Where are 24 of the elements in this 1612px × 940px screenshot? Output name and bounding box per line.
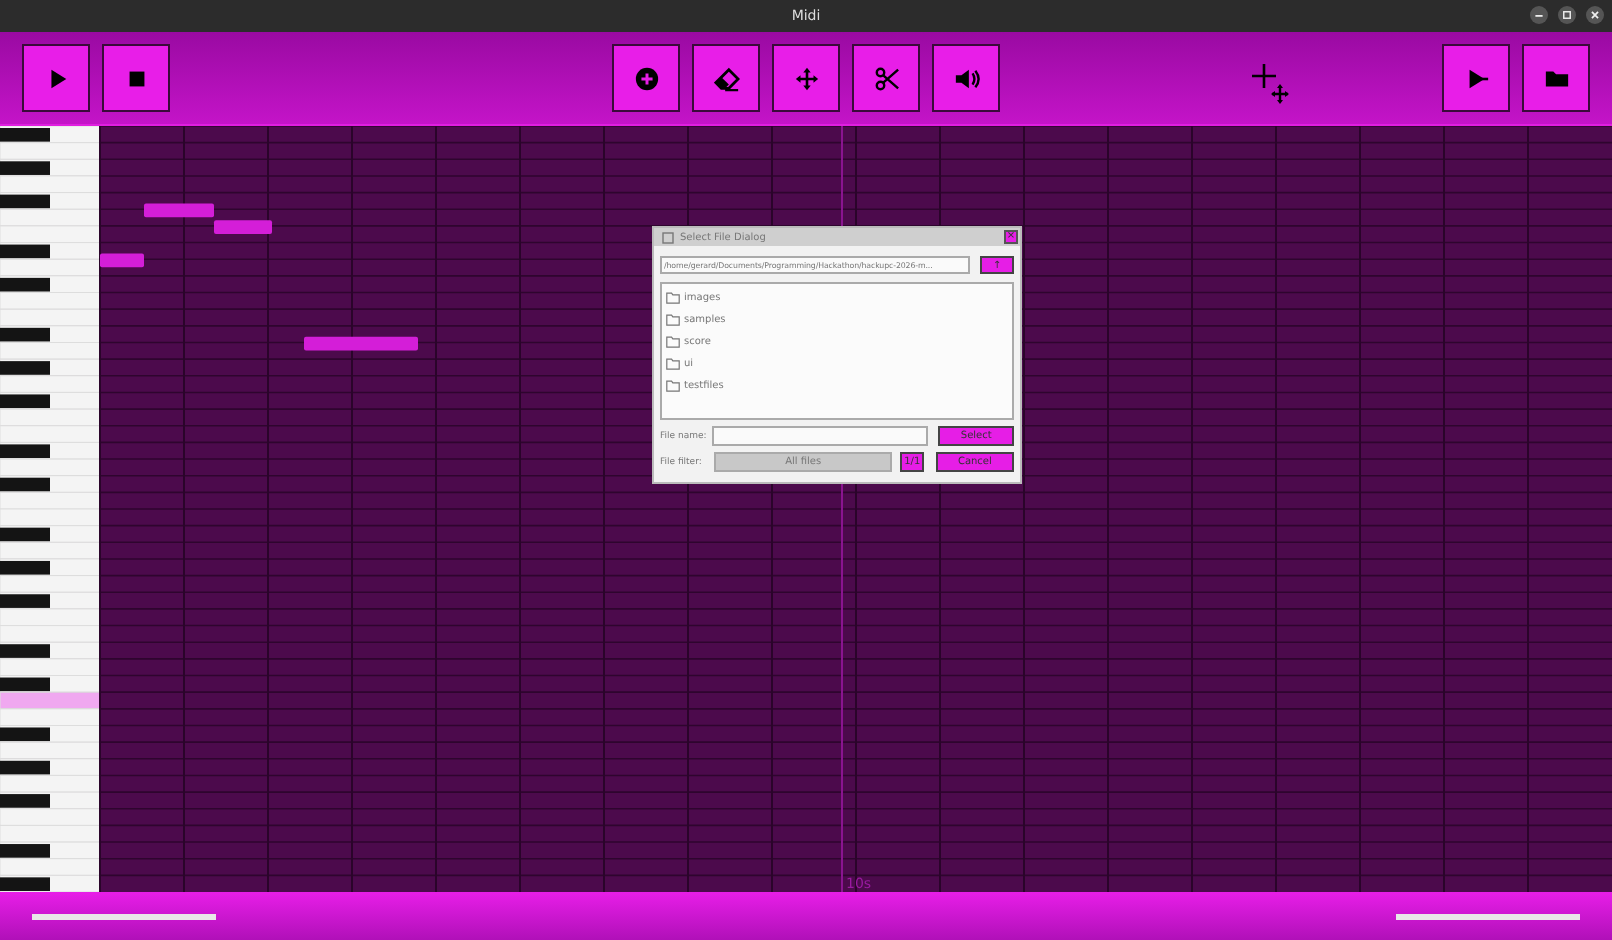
move-button[interactable] <box>772 44 840 112</box>
play-button[interactable] <box>22 44 90 112</box>
slider[interactable] <box>32 913 216 919</box>
maximize-icon[interactable] <box>1558 6 1576 24</box>
stop-button[interactable] <box>102 44 170 112</box>
slider[interactable] <box>1396 913 1580 919</box>
notes-drawing[interactable] <box>100 203 418 351</box>
open-button[interactable] <box>1522 44 1590 112</box>
cut-button[interactable] <box>852 44 920 112</box>
move-icon <box>793 65 819 91</box>
piano-keyboard-drawing[interactable] <box>0 126 101 892</box>
minimize-icon[interactable] <box>1530 6 1548 24</box>
speaker-icon <box>953 65 979 91</box>
eraser-button[interactable] <box>692 44 760 112</box>
add-circle-icon <box>633 65 659 91</box>
move-cursor-icon <box>1252 62 1292 106</box>
volume-button[interactable] <box>932 44 1000 112</box>
window-icon <box>662 231 674 243</box>
file-name-field[interactable] <box>712 426 929 446</box>
add-button[interactable] <box>612 44 680 112</box>
play-button[interactable] <box>1442 44 1510 112</box>
eraser-icon <box>713 65 739 91</box>
scissors-icon <box>873 65 899 91</box>
close-icon[interactable] <box>1586 6 1604 24</box>
